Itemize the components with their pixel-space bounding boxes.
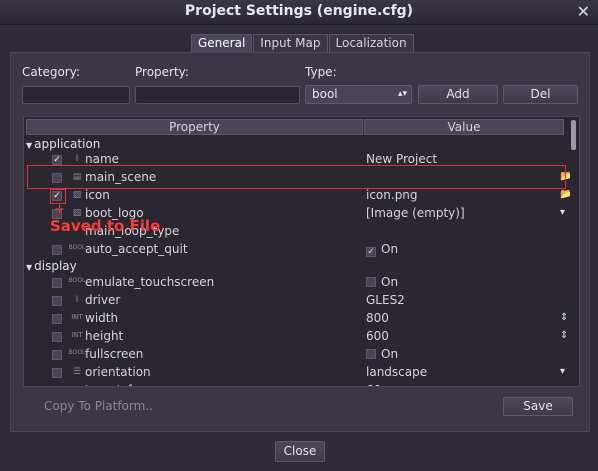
override-checkbox[interactable]	[52, 278, 62, 288]
value-checkbox-label: On	[381, 347, 399, 361]
list-icon: ☰	[72, 367, 82, 377]
highlight-box	[27, 165, 566, 189]
property-value[interactable]: [Image (empty)]	[366, 206, 465, 220]
add-button[interactable]: Add	[418, 85, 498, 104]
property-name: auto_accept_quit	[85, 242, 188, 256]
category-label: Category:	[22, 65, 80, 79]
property-name: driver	[85, 293, 121, 307]
override-checkbox[interactable]	[52, 350, 62, 360]
property-value[interactable]: On	[366, 347, 398, 361]
override-checkbox[interactable]	[52, 314, 62, 324]
updown-icon: ▴▾	[397, 89, 407, 99]
tab-localization[interactable]: Localization	[328, 34, 414, 52]
row-icon[interactable]: ✓ ▨ icon icon.png 📂	[24, 187, 572, 205]
close-icon[interactable]: ✕	[577, 2, 590, 21]
row-fullscreen[interactable]: BOOL fullscreen On	[24, 346, 564, 364]
title-bar: Project Settings (engine.cfg) ✕	[0, 0, 598, 25]
dropdown-arrow-icon[interactable]: ▾	[560, 207, 565, 218]
value-checkbox[interactable]: ✓	[366, 247, 376, 257]
property-value[interactable]: On	[366, 275, 398, 289]
property-value[interactable]: 800	[366, 311, 389, 325]
dropdown-arrow-icon[interactable]: ▾	[560, 366, 565, 377]
row-driver[interactable]: I driver GLES2	[24, 292, 564, 310]
bool-icon: BOOL	[68, 277, 86, 284]
override-checkbox[interactable]	[52, 386, 62, 387]
property-name: fullscreen	[85, 347, 144, 361]
property-name: orientation	[85, 365, 151, 379]
property-name: height	[85, 329, 124, 343]
row-orientation[interactable]: ☰ orientation landscape ▾	[24, 364, 565, 382]
close-button[interactable]: Close	[275, 441, 325, 462]
value-checkbox[interactable]	[366, 349, 376, 359]
property-value[interactable]: icon.png	[366, 188, 418, 202]
column-header-value[interactable]: Value	[364, 119, 564, 135]
text-icon: I	[75, 154, 79, 164]
property-value[interactable]: 600	[366, 329, 389, 343]
tab-bar: General Input Map Localization	[191, 34, 415, 52]
int-icon: INT	[71, 331, 83, 339]
type-select[interactable]: bool ▴▾	[305, 85, 412, 104]
tab-input-map[interactable]: Input Map	[253, 34, 328, 52]
vertical-scrollbar[interactable]	[570, 120, 577, 382]
property-value[interactable]: New Project	[366, 152, 437, 166]
properties-tree: Property Value ▼ application ✓ I name New…	[23, 116, 580, 387]
saved-annotation: Saved to File	[50, 217, 161, 235]
value-checkbox-label: On	[381, 275, 399, 289]
property-input[interactable]	[135, 86, 300, 104]
row-auto-accept-quit[interactable]: BOOL auto_accept_quit ✓ On	[24, 241, 564, 259]
highlight-checkbox-box	[50, 189, 66, 204]
section-label: display	[34, 259, 77, 273]
property-name: icon	[85, 188, 110, 202]
override-checkbox[interactable]	[52, 368, 62, 378]
property-name: target_fps	[85, 383, 146, 386]
del-button[interactable]: Del	[503, 85, 578, 104]
int-icon: INT	[71, 313, 83, 321]
row-emulate-touchscreen[interactable]: BOOL emulate_touchscreen On	[24, 274, 564, 292]
copy-to-platform-button[interactable]: Copy To Platform..	[44, 399, 153, 413]
section-label: application	[34, 137, 101, 151]
value-checkbox-label: On	[381, 242, 399, 256]
int-icon: INT	[68, 385, 86, 386]
value-checkbox[interactable]	[366, 277, 376, 287]
property-value[interactable]: ✓ On	[366, 242, 398, 257]
spinner-icon[interactable]: ⇕	[560, 330, 568, 341]
scrollbar-thumb[interactable]	[571, 120, 576, 150]
override-checkbox[interactable]	[52, 332, 62, 342]
row-height[interactable]: INT height 600 ⇕	[24, 328, 568, 346]
spinner-icon[interactable]: ⇕	[560, 312, 568, 323]
column-header-property[interactable]: Property	[26, 119, 363, 135]
tab-general[interactable]: General	[191, 34, 253, 52]
image-icon: ▨	[72, 190, 82, 200]
cursor-icon: ✛	[55, 203, 65, 216]
property-value[interactable]: GLES2	[366, 293, 405, 307]
chevron-down-icon: ▼	[26, 141, 33, 150]
window-title: Project Settings (engine.cfg)	[184, 3, 414, 19]
bool-icon: BOOL	[68, 244, 86, 251]
category-input[interactable]	[22, 86, 130, 104]
type-select-value: bool	[312, 87, 338, 101]
property-label: Property:	[135, 65, 189, 79]
property-name: name	[85, 152, 120, 166]
override-checkbox[interactable]	[52, 245, 62, 255]
property-value[interactable]: landscape	[366, 365, 427, 379]
bool-icon: BOOL	[68, 349, 86, 356]
save-button[interactable]: Save	[503, 397, 573, 416]
type-label: Type:	[305, 65, 337, 79]
row-target-fps[interactable]: INT target_fps 60	[24, 382, 564, 387]
chevron-down-icon: ▼	[26, 263, 33, 272]
override-checkbox[interactable]	[52, 296, 62, 306]
text-icon: I	[75, 295, 79, 305]
override-checkbox[interactable]: ✓	[52, 155, 62, 165]
row-width[interactable]: INT width 800 ⇕	[24, 310, 568, 328]
property-name: width	[85, 311, 119, 325]
property-name: emulate_touchscreen	[85, 275, 215, 289]
property-value[interactable]: 60	[366, 383, 381, 386]
